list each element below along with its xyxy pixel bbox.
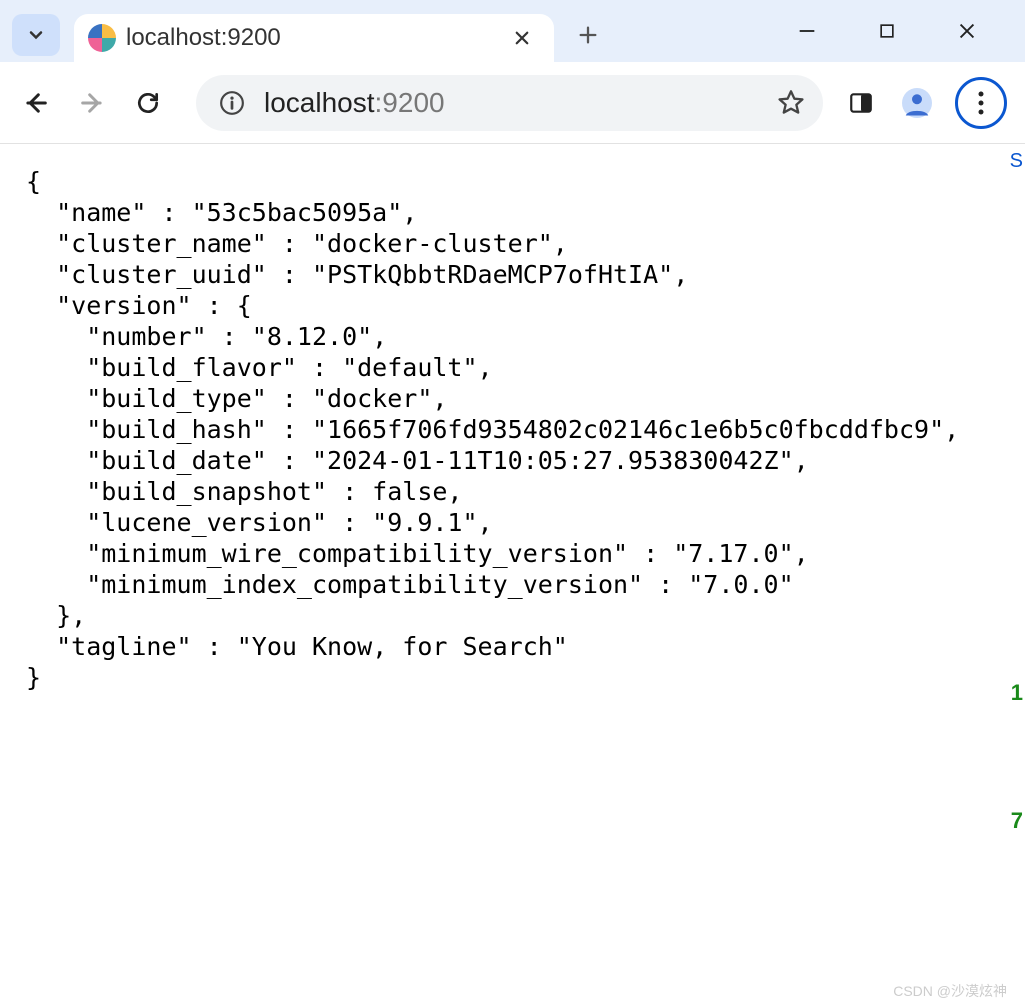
tab-strip: localhost:9200 xyxy=(0,0,1025,62)
info-icon xyxy=(219,90,245,116)
arrow-left-icon xyxy=(22,89,50,117)
close-icon xyxy=(513,29,531,47)
minimize-icon xyxy=(796,20,818,42)
browser-toolbar: localhost:9200 xyxy=(0,62,1025,144)
browser-menu-button[interactable] xyxy=(955,77,1007,129)
reload-icon xyxy=(135,90,161,116)
close-icon xyxy=(956,20,978,42)
maximize-icon xyxy=(877,21,897,41)
tab-title: localhost:9200 xyxy=(126,24,494,52)
nav-back-button[interactable] xyxy=(18,85,54,121)
tab-search-button[interactable] xyxy=(12,14,60,56)
star-icon xyxy=(777,89,805,117)
window-close-button[interactable] xyxy=(949,13,985,49)
nav-forward-button[interactable] xyxy=(74,85,110,121)
address-host: localhost xyxy=(264,87,375,119)
arrow-right-icon xyxy=(78,89,106,117)
user-icon xyxy=(902,88,932,118)
address-bar[interactable]: localhost:9200 xyxy=(196,75,823,131)
plus-icon xyxy=(577,24,599,46)
side-panel-button[interactable] xyxy=(843,85,879,121)
watermark-text: CSDN @沙漠炫神 xyxy=(893,981,1007,1001)
browser-tab-active[interactable]: localhost:9200 xyxy=(74,14,554,62)
profile-button[interactable] xyxy=(899,85,935,121)
site-favicon-icon xyxy=(88,24,116,52)
window-maximize-button[interactable] xyxy=(869,13,905,49)
bleed-char: 1 xyxy=(1011,680,1023,706)
address-port: :9200 xyxy=(375,87,445,119)
nav-reload-button[interactable] xyxy=(130,85,166,121)
address-text: localhost:9200 xyxy=(264,87,445,119)
new-tab-button[interactable] xyxy=(570,17,606,53)
chevron-down-icon xyxy=(26,25,46,45)
bookmark-button[interactable] xyxy=(773,85,809,121)
response-json-body[interactable]: { "name" : "53c5bac5095a", "cluster_name… xyxy=(26,166,999,693)
page-content: { "name" : "53c5bac5095a", "cluster_name… xyxy=(0,144,1025,1007)
side-panel-icon xyxy=(848,90,874,116)
tab-close-button[interactable] xyxy=(504,20,540,56)
site-info-button[interactable] xyxy=(214,85,250,121)
more-vertical-icon xyxy=(977,90,985,116)
window-minimize-button[interactable] xyxy=(789,13,825,49)
bleed-char: S xyxy=(1010,150,1023,173)
window-controls xyxy=(789,0,1025,62)
bleed-char: 7 xyxy=(1011,808,1023,834)
